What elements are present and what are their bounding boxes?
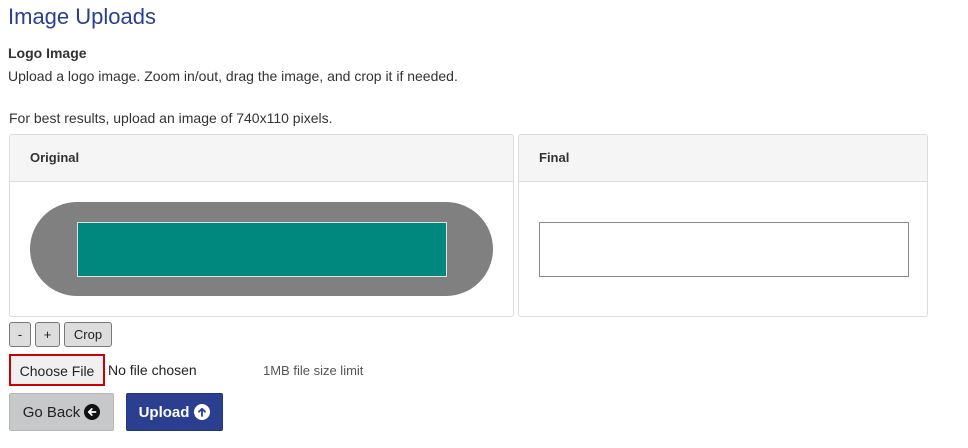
final-panel-header: Final bbox=[519, 135, 927, 182]
file-status: No file chosen bbox=[108, 362, 197, 378]
original-panel-header: Original bbox=[10, 135, 513, 182]
best-results-hint: For best results, upload an image of 740… bbox=[9, 110, 333, 126]
zoom-in-button[interactable]: + bbox=[35, 322, 60, 347]
go-back-label: Go Back bbox=[22, 403, 81, 421]
upload-button[interactable]: Upload bbox=[126, 393, 223, 431]
file-size-limit: 1MB file size limit bbox=[263, 363, 364, 378]
arrow-left-circle-icon bbox=[84, 404, 101, 420]
draggable-logo-image[interactable] bbox=[77, 222, 447, 277]
file-input-wrapper: Choose File bbox=[9, 354, 105, 386]
page-title: Image Uploads bbox=[8, 4, 156, 29]
upload-label: Upload bbox=[138, 403, 190, 421]
zoom-out-button[interactable]: - bbox=[9, 322, 31, 347]
original-panel: Original bbox=[9, 134, 514, 317]
final-preview-image bbox=[539, 222, 909, 277]
crop-stage[interactable] bbox=[30, 202, 493, 296]
crop-button[interactable]: Crop bbox=[64, 322, 112, 347]
logo-image-label: Logo Image bbox=[8, 45, 87, 61]
go-back-button[interactable]: Go Back bbox=[9, 393, 114, 431]
arrow-up-circle-icon bbox=[194, 404, 211, 420]
final-panel: Final bbox=[518, 134, 928, 317]
upload-instructions: Upload a logo image. Zoom in/out, drag t… bbox=[8, 68, 458, 84]
choose-file-button[interactable]: Choose File bbox=[11, 356, 103, 384]
